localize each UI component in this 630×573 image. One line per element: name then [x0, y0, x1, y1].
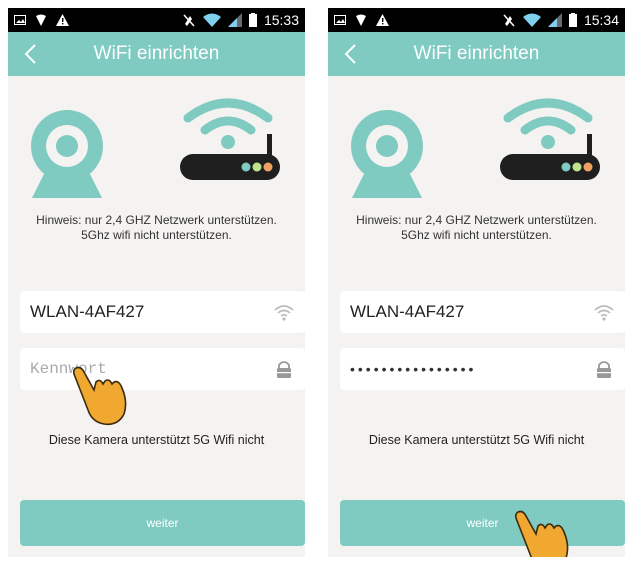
weiter-button[interactable]: weiter	[20, 500, 305, 546]
status-bar: 15:33	[8, 8, 305, 32]
ssid-field[interactable]: WLAN-4AF427	[340, 291, 625, 333]
location-icon	[36, 14, 46, 26]
lock-icon	[597, 361, 611, 378]
mute-icon	[503, 14, 515, 27]
wifi-icon	[594, 305, 614, 321]
phone-screen-right: 15:34 WiFi einrichten Hinweis: nur 2,4 G…	[328, 8, 625, 557]
webcam-icon	[351, 110, 423, 198]
cell-signal-icon	[547, 13, 562, 27]
router-icon	[180, 98, 280, 180]
wifi-icon	[274, 305, 294, 321]
ssid-value: WLAN-4AF427	[350, 302, 465, 321]
hint-text: Hinweis: nur 2,4 GHZ Netzwerk unterstütz…	[36, 213, 277, 242]
webcam-icon	[31, 110, 103, 198]
image-icon	[334, 15, 346, 25]
page-title: WiFi einrichten	[93, 43, 220, 64]
cell-signal-icon	[227, 13, 242, 27]
ssid-value: WLAN-4AF427	[30, 302, 145, 321]
5g-note: Diese Kamera unterstützt 5G Wifi nicht	[368, 433, 585, 447]
mute-icon	[183, 14, 195, 27]
hint-text: Hinweis: nur 2,4 GHZ Netzwerk unterstütz…	[356, 213, 597, 242]
password-masked: ••••••••••••••••	[350, 361, 477, 377]
back-arrow-icon[interactable]	[340, 42, 364, 66]
weiter-button[interactable]: weiter	[340, 500, 625, 546]
app-bar: WiFi einrichten	[328, 32, 625, 76]
lock-icon	[277, 361, 291, 378]
status-time: 15:33	[263, 12, 299, 28]
tap-hand-icon	[514, 510, 569, 557]
warning-icon	[376, 14, 389, 26]
password-field[interactable]: Kennwort	[20, 348, 305, 390]
wifi-signal-icon	[202, 13, 221, 27]
setup-illustration	[328, 76, 625, 206]
app-bar: WiFi einrichten	[8, 32, 305, 76]
setup-illustration	[8, 76, 305, 206]
ssid-field[interactable]: WLAN-4AF427	[20, 291, 305, 333]
phone-screen-left: 15:33 WiFi einrichten Hinweis: nur 2,4 G…	[8, 8, 305, 557]
tap-hand-icon	[72, 366, 127, 426]
status-time: 15:34	[583, 12, 619, 28]
password-field[interactable]: ••••••••••••••••	[340, 348, 625, 390]
5g-note: Diese Kamera unterstützt 5G Wifi nicht	[48, 433, 265, 447]
wifi-signal-icon	[522, 13, 541, 27]
back-arrow-icon[interactable]	[20, 42, 44, 66]
battery-icon	[568, 13, 577, 27]
router-icon	[500, 98, 600, 180]
image-icon	[14, 15, 26, 25]
page-title: WiFi einrichten	[413, 43, 540, 64]
battery-icon	[248, 13, 257, 27]
warning-icon	[56, 14, 69, 26]
status-bar: 15:34	[328, 8, 625, 32]
location-icon	[356, 14, 366, 26]
